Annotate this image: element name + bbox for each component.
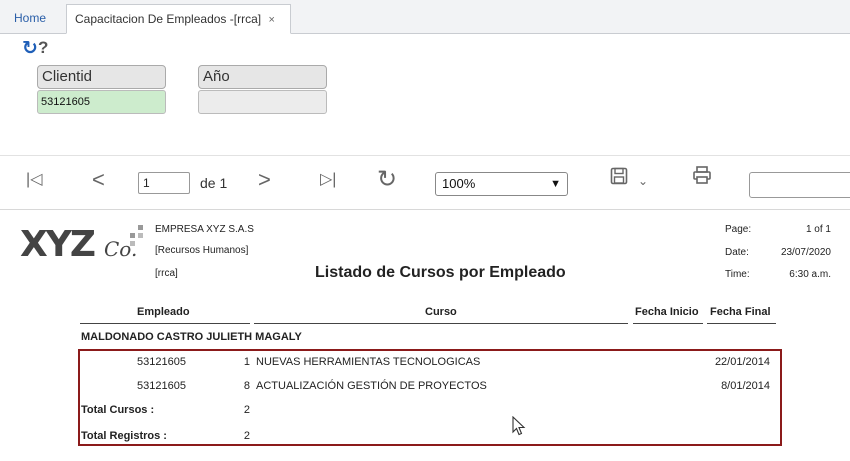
row-id: 53121605 (137, 356, 186, 368)
time-value: 6:30 a.m. (789, 269, 831, 280)
search-input[interactable] (749, 172, 850, 198)
department: [Recursos Humanos] (155, 245, 249, 256)
logo-text: XYZ (20, 224, 96, 265)
cliente-input[interactable]: 53121605 (37, 90, 166, 114)
refresh-icon[interactable]: ↻ (22, 38, 38, 58)
column-header-empleado: Empleado (137, 306, 190, 318)
total-cursos-value: 2 (243, 404, 250, 416)
logo-dot (130, 241, 135, 246)
zoom-value: 100% (442, 176, 476, 191)
row-num: 8 (243, 380, 250, 392)
row-num: 1 (243, 356, 250, 368)
chevron-down-icon: ▼ (550, 178, 561, 190)
logo-dot (138, 233, 143, 238)
column-header-curso: Curso (425, 306, 457, 318)
row-fecha-final: 22/01/2014 (714, 356, 770, 368)
time-label: Time: (725, 269, 750, 280)
mouse-pointer-icon (512, 415, 526, 439)
cliente-label: Clientid (37, 65, 166, 89)
row-curso: ACTUALIZACIÓN GESTIÓN DE PROYECTOS (256, 380, 487, 392)
column-divider (254, 323, 628, 324)
total-registros-value: 2 (243, 430, 250, 442)
column-header-fecha-inicio: Fecha Inicio (635, 306, 699, 318)
last-page-icon[interactable]: ▷| (320, 165, 336, 195)
first-page-icon[interactable]: |◁ (26, 165, 42, 195)
close-icon[interactable]: × (268, 14, 274, 26)
anio-label: Año (198, 65, 327, 89)
row-id: 53121605 (137, 380, 186, 392)
save-icon[interactable] (610, 165, 628, 195)
reload-icon[interactable]: ↻ (377, 165, 397, 195)
company-logo: XYZ Co. (20, 225, 155, 273)
prev-page-icon[interactable]: < (92, 165, 105, 195)
date-label: Date: (725, 247, 749, 258)
help-icon[interactable]: ? (38, 38, 48, 58)
page-count: de 1 (200, 175, 228, 191)
report-code: [rrca] (155, 268, 178, 279)
tab-home[interactable]: Home (6, 4, 54, 34)
date-value: 23/07/2020 (780, 247, 831, 258)
column-header-fecha-final: Fecha Final (710, 306, 771, 318)
page-label: Page: (725, 224, 752, 235)
column-divider (633, 323, 703, 324)
print-icon[interactable] (692, 165, 712, 195)
employee-name: MALDONADO CASTRO JULIETH MAGALY (81, 331, 302, 343)
column-divider (707, 323, 776, 324)
tab-bar: Home Capacitacion De Empleados -[rrca] × (0, 0, 850, 34)
next-page-icon[interactable]: > (258, 165, 271, 195)
column-divider (80, 323, 250, 324)
total-cursos-label: Total Cursos : (81, 404, 155, 416)
report-toolbar: |◁ < 1 de 1 > ▷| ↻ 100% ▼ ⌄ (0, 155, 850, 210)
page-value: 1 of 1 (805, 224, 831, 235)
row-curso: NUEVAS HERRAMIENTAS TECNOLOGICAS (256, 356, 481, 368)
report-title: Listado de Cursos por Empleado (315, 264, 566, 281)
logo-dot (138, 225, 143, 230)
anio-input[interactable] (198, 90, 327, 114)
total-registros-label: Total Registros : (81, 430, 167, 442)
row-fecha-final: 8/01/2014 (721, 380, 770, 392)
tab-label: Capacitacion De Empleados -[rrca] (75, 12, 262, 26)
chevron-down-icon[interactable]: ⌄ (638, 174, 648, 188)
page-number-input[interactable]: 1 (138, 172, 190, 194)
logo-dot (130, 233, 135, 238)
zoom-select[interactable]: 100% ▼ (435, 172, 568, 196)
company-name: EMPRESA XYZ S.A.S (155, 224, 254, 235)
tab-capacitacion[interactable]: Capacitacion De Empleados -[rrca] × (66, 4, 291, 34)
